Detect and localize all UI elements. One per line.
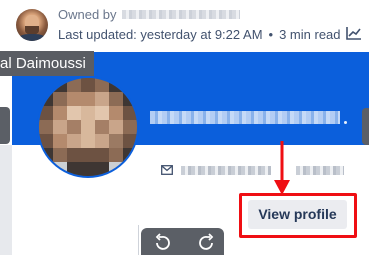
last-updated-text[interactable]: Last updated: yesterday at 9:22 AM (58, 27, 263, 42)
update-info: Last updated: yesterday at 9:22 AM • 3 min… (58, 27, 341, 42)
rotate-left-icon[interactable] (150, 231, 174, 255)
profile-email-redacted-2 (296, 166, 344, 175)
divider (138, 225, 139, 255)
owner-line: Owned by (58, 7, 240, 22)
profile-email-redacted[interactable] (181, 166, 271, 175)
rotate-right-icon[interactable] (195, 231, 219, 255)
profile-avatar[interactable] (39, 78, 137, 176)
owner-name-redacted[interactable] (121, 10, 240, 19)
carousel-prev-handle[interactable] (0, 107, 10, 144)
annotation-arrow (274, 141, 290, 195)
owned-by-label: Owned by (58, 7, 117, 22)
profile-title-redacted (150, 111, 340, 124)
redaction-dot (344, 121, 347, 124)
owner-avatar[interactable] (16, 9, 48, 41)
carousel-next-handle[interactable] (362, 108, 369, 145)
analytics-chart-icon[interactable] (346, 26, 362, 40)
read-time-text: 3 min read (279, 27, 341, 42)
mail-icon (161, 165, 173, 175)
card-edge (0, 145, 12, 255)
page-metadata: Owned by Last updated: yesterday at 9:22… (0, 0, 369, 50)
view-profile-button[interactable]: View profile (248, 200, 347, 229)
profile-name-tooltip: al Daimoussi (0, 51, 94, 76)
avatar-pixelated-photo (39, 78, 137, 176)
meta-separator: • (268, 27, 274, 42)
